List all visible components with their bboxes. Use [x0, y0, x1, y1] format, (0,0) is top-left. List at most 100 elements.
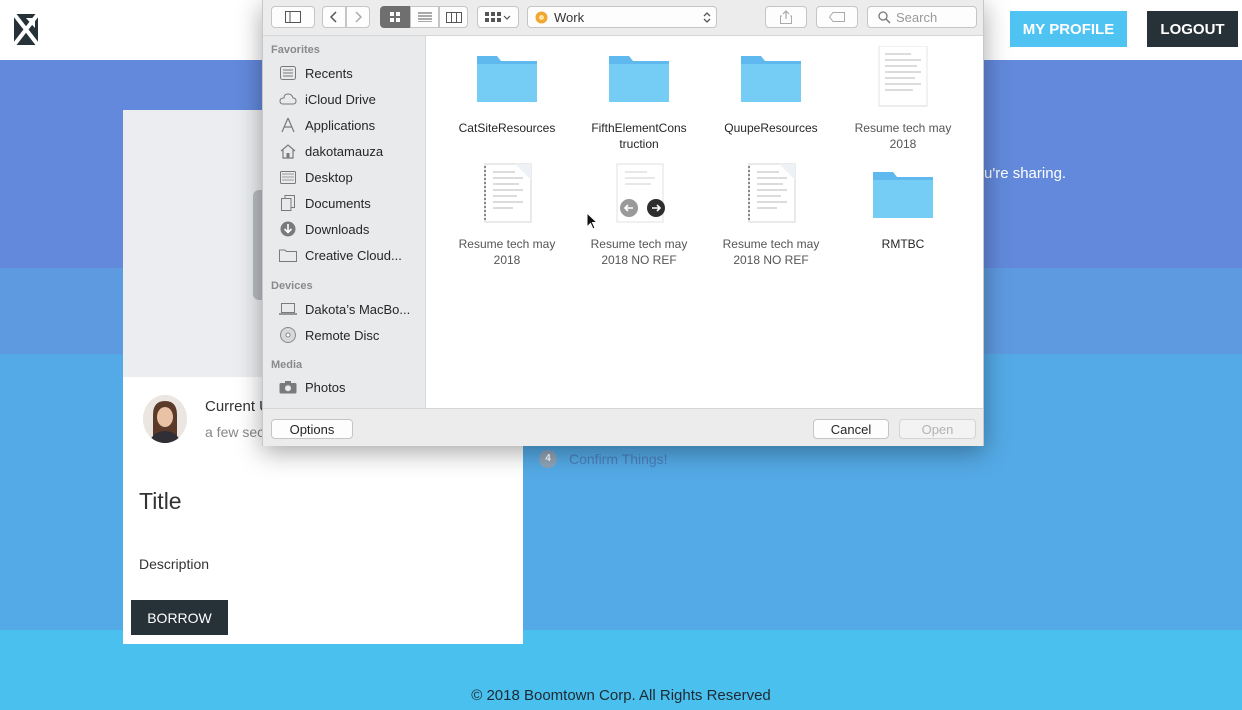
file-item-quuperesources[interactable]: QuupeResources — [711, 50, 831, 136]
file-item-resume-no-ref-b[interactable]: Resume tech may 2018 NO REF — [711, 162, 831, 268]
file-name-line1: Resume tech may — [854, 121, 952, 135]
footer-copyright: © 2018 Boomtown Corp. All Rights Reserve… — [471, 687, 771, 704]
notebook-document-icon — [484, 163, 532, 223]
location-dropdown[interactable]: Work — [527, 6, 717, 28]
file-name-line1: FifthElementCons — [591, 121, 687, 135]
mouse-cursor-icon — [586, 212, 598, 230]
sidebar-item-home[interactable]: dakotamauza — [279, 140, 419, 162]
folder-icon — [873, 172, 933, 218]
disc-icon — [279, 327, 297, 343]
file-name-line1: RMTBC — [881, 237, 925, 251]
sidebar-item-label: iCloud Drive — [305, 91, 376, 107]
sidebar-item-icloud-drive[interactable]: iCloud Drive — [279, 88, 419, 110]
file-name-line2: 2018 — [493, 253, 521, 267]
share-icon — [780, 10, 792, 24]
sidebar-item-label: Remote Disc — [305, 327, 380, 343]
folder-icon — [609, 56, 669, 102]
file-name-line2: 2018 — [889, 137, 917, 151]
options-button[interactable]: Options — [271, 419, 353, 439]
sidebar-item-applications[interactable]: Applications — [279, 114, 419, 136]
sidebar-item-label: Creative Cloud... — [305, 247, 402, 263]
share-button[interactable] — [765, 6, 807, 28]
back-button[interactable] — [322, 6, 346, 28]
file-item-resume-2018-b[interactable]: Resume tech may 2018 — [447, 162, 567, 268]
favorites-heading: Favorites — [271, 44, 320, 56]
dialog-toolbar: Work Search — [263, 0, 983, 36]
sidebar-item-downloads[interactable]: Downloads — [279, 218, 419, 240]
file-browser-grid: CatSiteResources FifthElementCons tructi… — [427, 36, 983, 408]
sidebar-item-desktop[interactable]: Desktop — [279, 166, 419, 188]
boomtown-logo-icon[interactable] — [11, 12, 41, 47]
icon-view-button[interactable] — [380, 6, 410, 28]
card-description: Description — [139, 556, 210, 572]
step-label: Confirm Things! — [569, 451, 668, 467]
sidebar-item-label: Applications — [305, 117, 376, 133]
laptop-icon — [279, 301, 297, 317]
cloud-icon — [279, 91, 297, 107]
chevron-right-icon — [355, 11, 362, 23]
step-number-badge: 4 — [539, 450, 557, 468]
card-timestamp: a few sec — [205, 424, 265, 440]
sidebar-item-recents[interactable]: Recents — [279, 62, 419, 84]
sidebar-item-macbook[interactable]: Dakota’s MacBo... — [279, 298, 419, 320]
file-name-line1: CatSiteResources — [458, 121, 556, 135]
sidebar-item-label: dakotamauza — [305, 143, 384, 159]
devices-heading: Devices — [271, 280, 313, 292]
recents-icon — [279, 65, 297, 81]
list-view-button[interactable] — [410, 6, 439, 28]
search-icon — [878, 11, 891, 24]
sidebar-item-remote-disc[interactable]: Remote Disc — [279, 324, 419, 346]
sidebar-item-label: Dakota’s MacBo... — [305, 301, 411, 317]
file-name-line2: 2018 NO REF — [601, 253, 677, 267]
file-open-dialog: Work Search Favorites Recents iCloud Dri… — [262, 0, 984, 446]
dialog-sidebar: Favorites Recents iCloud Drive Applicati… — [263, 36, 426, 408]
open-button[interactable]: Open — [899, 419, 976, 439]
group-by-button[interactable] — [477, 6, 519, 28]
search-placeholder: Search — [896, 10, 938, 25]
card-user-name: Current U — [205, 398, 271, 415]
desktop-icon — [279, 169, 297, 185]
column-view-button[interactable] — [439, 6, 468, 28]
dialog-footer: Options Cancel Open — [263, 408, 983, 446]
sidebar-toggle-icon — [285, 11, 301, 23]
my-profile-button[interactable]: MY PROFILE — [1010, 11, 1127, 47]
file-name-line1: Resume tech may — [458, 237, 556, 251]
cancel-button[interactable]: Cancel — [813, 419, 889, 439]
applications-icon — [279, 117, 297, 133]
home-icon — [279, 143, 297, 159]
document-icon — [878, 46, 928, 107]
search-input[interactable]: Search — [867, 6, 977, 28]
notebook-document-icon — [616, 163, 665, 223]
list-icon — [417, 12, 432, 22]
user-avatar-icon — [143, 395, 187, 443]
avatar — [143, 395, 187, 443]
downloads-icon — [279, 221, 297, 237]
work-folder-icon — [535, 11, 548, 24]
file-item-catsiteresources[interactable]: CatSiteResources — [447, 50, 567, 136]
tag-button[interactable] — [816, 6, 858, 28]
logout-button[interactable]: LOGOUT — [1147, 11, 1238, 47]
columns-icon — [445, 11, 462, 23]
card-title: Title — [139, 488, 182, 514]
sidebar-item-label: Documents — [305, 195, 371, 211]
sidebar-item-documents[interactable]: Documents — [279, 192, 419, 214]
media-heading: Media — [271, 359, 303, 371]
documents-icon — [279, 195, 297, 211]
folder-icon — [477, 56, 537, 102]
file-name-line2: truction — [619, 137, 659, 151]
sidebar-item-creative-cloud[interactable]: Creative Cloud... — [279, 244, 419, 266]
file-item-resume-2018[interactable]: Resume tech may 2018 — [843, 46, 963, 152]
notebook-document-icon — [748, 163, 796, 223]
forward-button[interactable] — [346, 6, 370, 28]
tag-icon — [829, 12, 845, 22]
sidebar-item-label: Recents — [305, 65, 353, 81]
group-grid-icon — [485, 12, 511, 22]
borrow-button[interactable]: BORROW — [131, 600, 228, 635]
folder-icon — [279, 247, 297, 263]
sidebar-toggle-button[interactable] — [271, 6, 315, 28]
file-name-line1: Resume tech may — [590, 237, 688, 251]
file-item-fifthelementconstruction[interactable]: FifthElementCons truction — [579, 50, 699, 152]
sidebar-item-photos[interactable]: Photos — [279, 376, 419, 398]
file-item-rmtbc[interactable]: RMTBC — [843, 166, 963, 252]
camera-icon — [279, 379, 297, 395]
